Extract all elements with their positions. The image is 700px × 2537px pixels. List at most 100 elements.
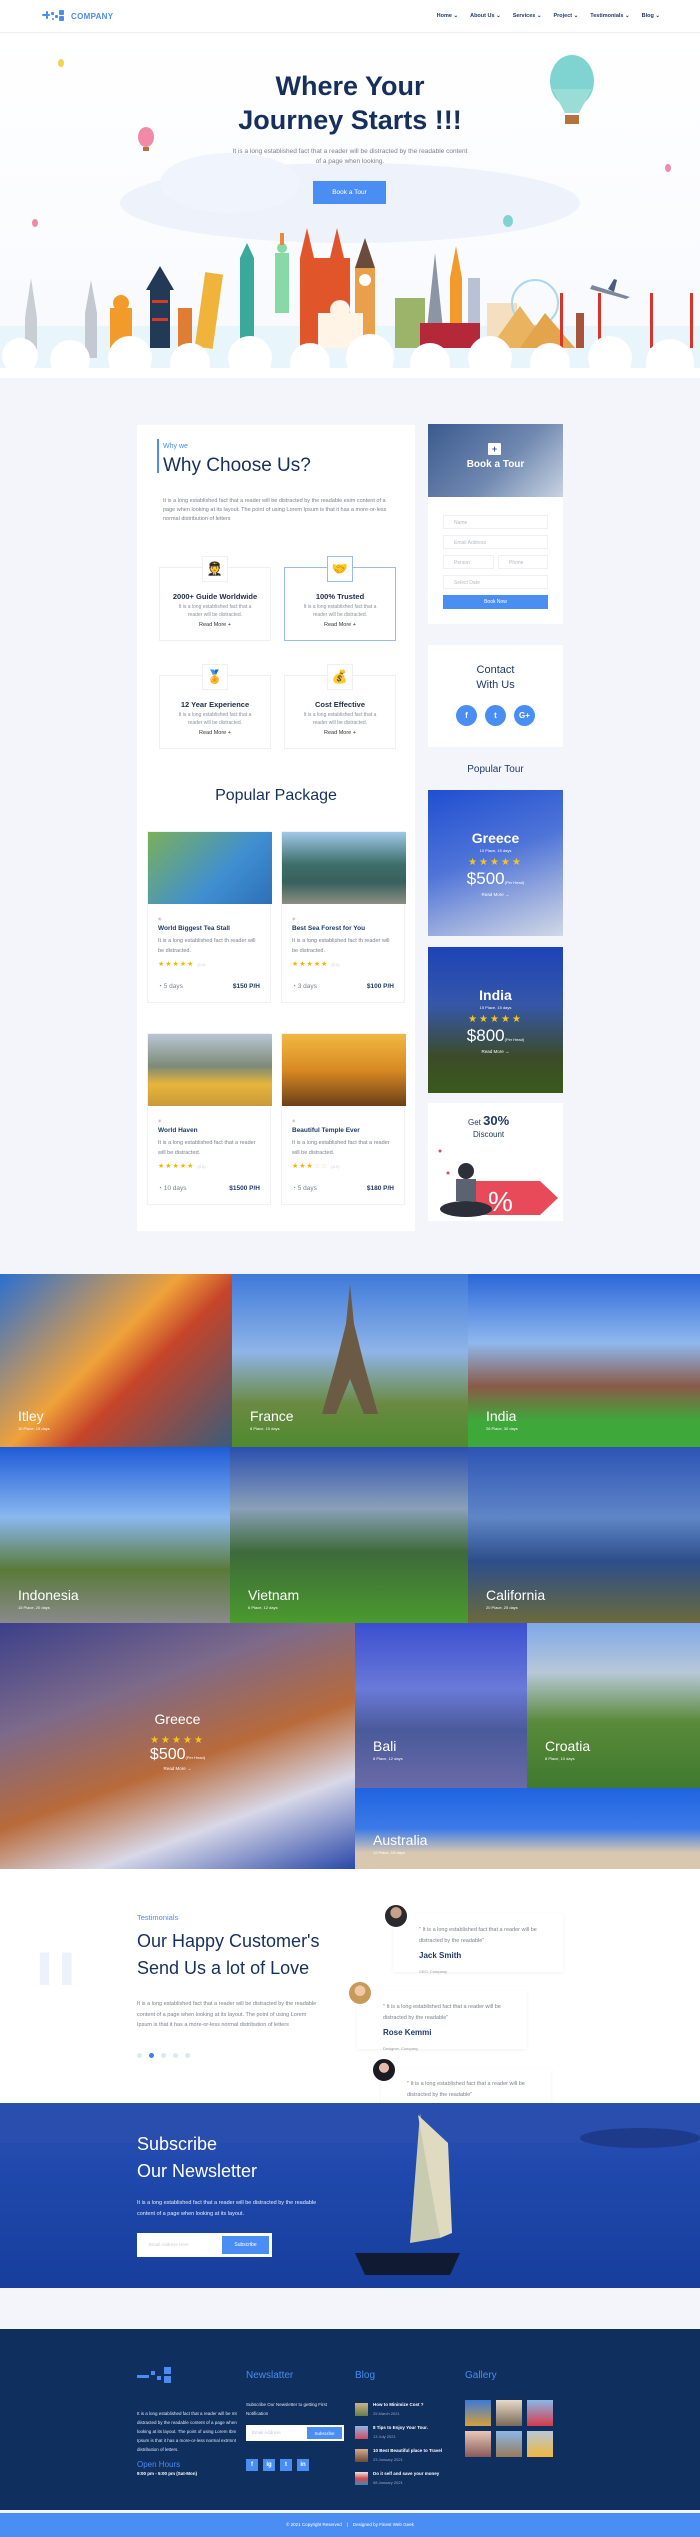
destination-tile-featured[interactable]: Greece ★★★★★ $500(Per Head) Read More → (0, 1623, 355, 1869)
read-more-link[interactable]: Read More → (428, 1049, 563, 1054)
read-more-link[interactable]: Read More → (428, 892, 563, 897)
package-title[interactable]: World Haven (158, 1127, 270, 1134)
gallery-thumb[interactable] (496, 2400, 522, 2426)
blog-item[interactable]: How to Minimize Cost ? 25 March 2021 (355, 2400, 455, 2418)
package-card[interactable]: ◉ Beautiful Temple Ever It is a long est… (281, 1033, 406, 1205)
package-image (148, 832, 272, 904)
tour-name: India (479, 987, 512, 1003)
designer-credit[interactable]: Designed by Finest Web Geek (353, 2522, 414, 2527)
tour-card-india[interactable]: India 15 Place, 15 days ★★★★★ $800(Per H… (428, 947, 563, 1093)
booking-card: + Book a Tour Name Email Address Person … (428, 424, 563, 624)
read-more-link[interactable]: Read More + (285, 730, 395, 736)
footer-email-input[interactable]: Email Address (252, 2429, 281, 2437)
tour-card-greece[interactable]: Greece 10 Place, 15 days ★★★★★ $500(Per … (428, 790, 563, 936)
price: $100 P/H (366, 983, 394, 990)
feature-text: It is a long established fact that a rea… (303, 712, 377, 726)
package-title[interactable]: Best Sea Forest for You (292, 925, 404, 932)
testimonial-quote: " It is a long established fact that a r… (419, 1927, 537, 1944)
gallery-thumb[interactable] (527, 2431, 553, 2457)
nav-home[interactable]: Home ⌄ (437, 13, 458, 19)
brand-logo[interactable]: COMPANY (42, 10, 113, 22)
linkedin-icon[interactable]: in (297, 2459, 309, 2471)
feature-card-cost[interactable]: 💰 Cost Effective It is a long establishe… (284, 664, 396, 749)
carousel-dot[interactable] (137, 2053, 142, 2058)
footer-subscribe-button[interactable]: Subscribe (307, 2427, 342, 2439)
open-hours-title: Open Hours (137, 2460, 181, 2469)
coins-icon: 💰 (327, 664, 353, 690)
read-more-link[interactable]: Read More + (285, 622, 395, 628)
twitter-icon[interactable]: t (280, 2459, 292, 2471)
nav-testimonials[interactable]: Testimonials ⌄ (590, 13, 629, 19)
feature-title: 100% Trusted (315, 592, 365, 601)
phone-input[interactable]: Phone (498, 555, 548, 569)
destination-tile[interactable]: Croatia 8 Place, 10 days (527, 1623, 700, 1788)
feature-title: 2000+ Guide Worldwide (172, 592, 258, 601)
read-more-link[interactable]: Read More + (160, 622, 270, 628)
gallery-thumb[interactable] (465, 2400, 491, 2426)
main-menu: Home ⌄ About Us ⌄ Services ⌄ Project ⌄ T… (437, 13, 660, 19)
destination-tile[interactable]: Itley 10 Place, 15 days (0, 1274, 232, 1447)
nav-blog[interactable]: Blog ⌄ (642, 13, 660, 19)
calendar-plus-icon: + (488, 443, 501, 455)
destination-sub: 6 Place, 12 days (248, 1605, 278, 1610)
feature-card-trusted[interactable]: 🤝 100% Trusted It is a long established … (284, 556, 396, 641)
destination-tile[interactable]: Indonesia 15 Place, 20 days (0, 1447, 230, 1623)
destination-sub: 8 Place, 10 days (545, 1756, 575, 1761)
gallery-thumb[interactable] (496, 2431, 522, 2457)
destination-tile[interactable]: Bali 8 Place, 12 days (355, 1623, 527, 1788)
package-title[interactable]: Beautiful Temple Ever (292, 1127, 404, 1134)
duration: ◔ 5 days (292, 1185, 317, 1192)
carousel-dot[interactable] (173, 2053, 178, 2058)
discount-banner[interactable]: Get 30% Discount % (428, 1103, 563, 1221)
package-card[interactable]: ◉ World Biggest Tea Stall It is a long e… (147, 831, 272, 1003)
destination-sub: 12 Place, 15 days (373, 1850, 405, 1855)
facebook-icon[interactable]: f (246, 2459, 258, 2471)
destination-tile[interactable]: France 8 Place, 10 days (232, 1274, 468, 1447)
read-more-link[interactable]: Read More + (160, 730, 270, 736)
destination-tile[interactable]: Australia 12 Place, 15 days (355, 1788, 700, 1869)
guide-icon: 🧑‍✈️ (202, 556, 228, 582)
book-a-tour-button[interactable]: Book a Tour (313, 181, 386, 204)
email-input[interactable]: Email Address (443, 535, 548, 549)
avatar (383, 1903, 409, 1929)
feature-card-experience[interactable]: 🏅 12 Year Experience It is a long establ… (159, 664, 271, 749)
feature-card-guides[interactable]: 🧑‍✈️ 2000+ Guide Worldwide It is a long … (159, 556, 271, 641)
carousel-dot[interactable] (161, 2053, 166, 2058)
destination-tile[interactable]: India 26 Place, 30 days (468, 1274, 700, 1447)
newsletter-subscribe-button[interactable]: Subscribe (222, 2236, 269, 2254)
date-input[interactable]: Select Date (443, 575, 548, 589)
carousel-dot-active[interactable] (149, 2053, 154, 2058)
twitter-icon[interactable]: t (485, 705, 506, 726)
destination-name: Indonesia (18, 1587, 79, 1603)
blog-item[interactable]: 10 Best Beautiful place to Travel 23 Janu… (355, 2446, 455, 2464)
main-content-panel: Why we Why Choose Us? It is a long estab… (137, 425, 415, 1231)
destination-price: $500(Per Head) (149, 1746, 206, 1763)
nav-services[interactable]: Services ⌄ (513, 13, 542, 19)
package-card[interactable]: ◉ Best Sea Forest for You It is a long e… (281, 831, 406, 1003)
facebook-icon[interactable]: f (456, 705, 477, 726)
book-now-button[interactable]: Book Now (443, 595, 548, 609)
destination-tile[interactable]: Vietnam 6 Place, 12 days (230, 1447, 468, 1623)
popular-tour-title: Popular Tour (467, 764, 524, 775)
destination-name: Bali (373, 1738, 397, 1754)
nav-about-us[interactable]: About Us ⌄ (470, 13, 501, 19)
read-more-link[interactable]: Read More → (0, 1766, 355, 1771)
accent-bar (157, 439, 159, 473)
testimonials-description: It is a long established fact that a rea… (137, 2001, 317, 2028)
blog-item[interactable]: 8 Tips to Enjoy Your Tour. 13 July 2021 (355, 2423, 455, 2441)
package-title[interactable]: World Biggest Tea Stall (158, 925, 270, 932)
google-plus-icon[interactable]: G+ (514, 705, 535, 726)
nav-project[interactable]: Project ⌄ (553, 13, 578, 19)
gallery-thumb[interactable] (527, 2400, 553, 2426)
gallery-thumb[interactable] (465, 2431, 491, 2457)
newsletter-email-input[interactable]: Email Address Here (149, 2242, 189, 2247)
person-input[interactable]: Person (443, 555, 494, 569)
testimonials-tag: Testimonials (137, 1913, 179, 1922)
destination-tile[interactable]: California 20 Place, 25 days (468, 1447, 700, 1623)
name-input[interactable]: Name (443, 515, 548, 529)
hero-section: Where Your Journey Starts !!! It is a lon… (0, 33, 700, 378)
blog-item[interactable]: Do it self and save your money 08 January… (355, 2469, 455, 2487)
carousel-dot[interactable] (185, 2053, 190, 2058)
package-card[interactable]: ◉ World Haven It is a long established f… (147, 1033, 272, 1205)
instagram-icon[interactable]: ig (263, 2459, 275, 2471)
